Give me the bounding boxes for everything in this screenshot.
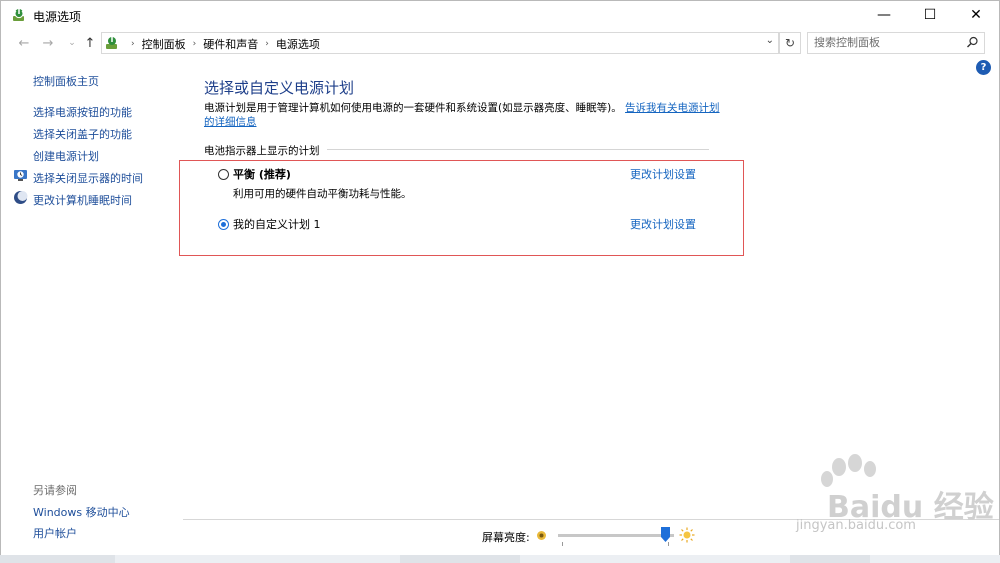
taskbar-segment (0, 555, 115, 563)
search-box[interactable] (807, 32, 985, 54)
moon-icon (14, 191, 28, 204)
brightness-label: 屏幕亮度: (482, 531, 530, 544)
window-title: 电源选项 (33, 10, 82, 24)
bright-sun-icon (679, 527, 695, 543)
taskbar-segment (400, 555, 520, 563)
power-plan-icon (13, 9, 24, 21)
sidebar-item-create-plan[interactable]: 创建电源计划 (33, 148, 99, 164)
maximize-button[interactable]: ☐ (907, 1, 953, 29)
sidebar: 控制面板主页 选择电源按钮的功能 选择关闭盖子的功能 创建电源计划 选择关闭显示… (1, 57, 181, 562)
control-panel-icon (106, 37, 117, 49)
breadcrumb-power-options[interactable]: 电源选项 (276, 36, 320, 52)
sidebar-item-display-off[interactable]: 选择关闭显示器的时间 (33, 170, 143, 186)
breadcrumb-separator: › (265, 39, 269, 49)
search-icon[interactable] (966, 36, 979, 49)
see-also-user-accounts[interactable]: 用户帐户 (33, 525, 77, 541)
refresh-icon[interactable]: ↻ (779, 32, 801, 54)
address-bar[interactable]: › 控制面板 › 硬件和声音 › 电源选项 ⌄ (101, 32, 779, 54)
power-options-window: 电源选项 — ☐ ✕ ← → ⌄ ↑ › 控制面板 › 硬件和声音 › 电源选项… (0, 0, 1000, 563)
group-divider (327, 149, 709, 150)
plan-custom-name: 我的自定义计划 1 (233, 218, 321, 231)
plan-balanced-name: 平衡 (推荐) (233, 168, 291, 181)
navigation-bar: ← → ⌄ ↑ › 控制面板 › 硬件和声音 › 电源选项 ⌄ ↻ (1, 30, 999, 56)
breadcrumb-separator: › (192, 39, 197, 49)
sidebar-item-sleep-time[interactable]: 更改计算机睡眠时间 (33, 192, 132, 208)
breadcrumb-separator: › (131, 39, 135, 49)
dim-sun-icon (537, 531, 546, 540)
breadcrumb-hardware-sound[interactable]: 硬件和声音 (203, 36, 258, 52)
page-title: 选择或自定义电源计划 (204, 79, 355, 97)
back-arrow-icon[interactable]: ← (15, 34, 33, 52)
up-arrow-icon[interactable]: ↑ (81, 34, 99, 52)
brightness-slider-thumb[interactable] (661, 527, 671, 542)
plan-custom-change-link[interactable]: 更改计划设置 (630, 216, 696, 232)
help-icon[interactable]: ? (976, 60, 991, 75)
page-description: 电源计划是用于管理计算机如何使用电源的一套硬件和系统设置(如显示器亮度、睡眠等)… (204, 101, 724, 129)
see-also-heading: 另请参阅 (33, 484, 77, 497)
brightness-slider-ticks (562, 542, 669, 546)
watermark-url: jingyan.baidu.com (796, 518, 916, 533)
group-label: 电池指示器上显示的计划 (204, 145, 320, 157)
taskbar-segment (790, 555, 870, 563)
address-dropdown-icon[interactable]: ⌄ (766, 35, 774, 46)
plan-balanced-description: 利用可用的硬件自动平衡功耗与性能。 (233, 188, 412, 200)
monitor-clock-icon (14, 170, 27, 181)
sidebar-home-link[interactable]: 控制面板主页 (33, 73, 99, 89)
taskbar-strip (0, 555, 1000, 563)
breadcrumb-control-panel[interactable]: 控制面板 (142, 36, 186, 52)
breadcrumb: › 控制面板 › 硬件和声音 › 电源选项 (124, 36, 320, 52)
close-button[interactable]: ✕ (953, 1, 999, 29)
sidebar-item-power-button[interactable]: 选择电源按钮的功能 (33, 104, 132, 120)
plan-custom-radio[interactable] (218, 219, 229, 230)
recent-locations-icon[interactable]: ⌄ (63, 34, 81, 52)
minimize-button[interactable]: — (861, 1, 907, 29)
see-also-mobility-center[interactable]: Windows 移动中心 (33, 504, 130, 520)
plan-balanced-radio[interactable] (218, 169, 229, 180)
title-bar: 电源选项 — ☐ ✕ (1, 1, 999, 29)
search-input[interactable] (814, 35, 962, 50)
plan-balanced-change-link[interactable]: 更改计划设置 (630, 166, 696, 182)
forward-arrow-icon[interactable]: → (39, 34, 57, 52)
description-text: 电源计划是用于管理计算机如何使用电源的一套硬件和系统设置(如显示器亮度、睡眠等)… (204, 102, 622, 114)
sidebar-item-lid[interactable]: 选择关闭盖子的功能 (33, 126, 132, 142)
brightness-slider-track[interactable] (558, 534, 674, 537)
